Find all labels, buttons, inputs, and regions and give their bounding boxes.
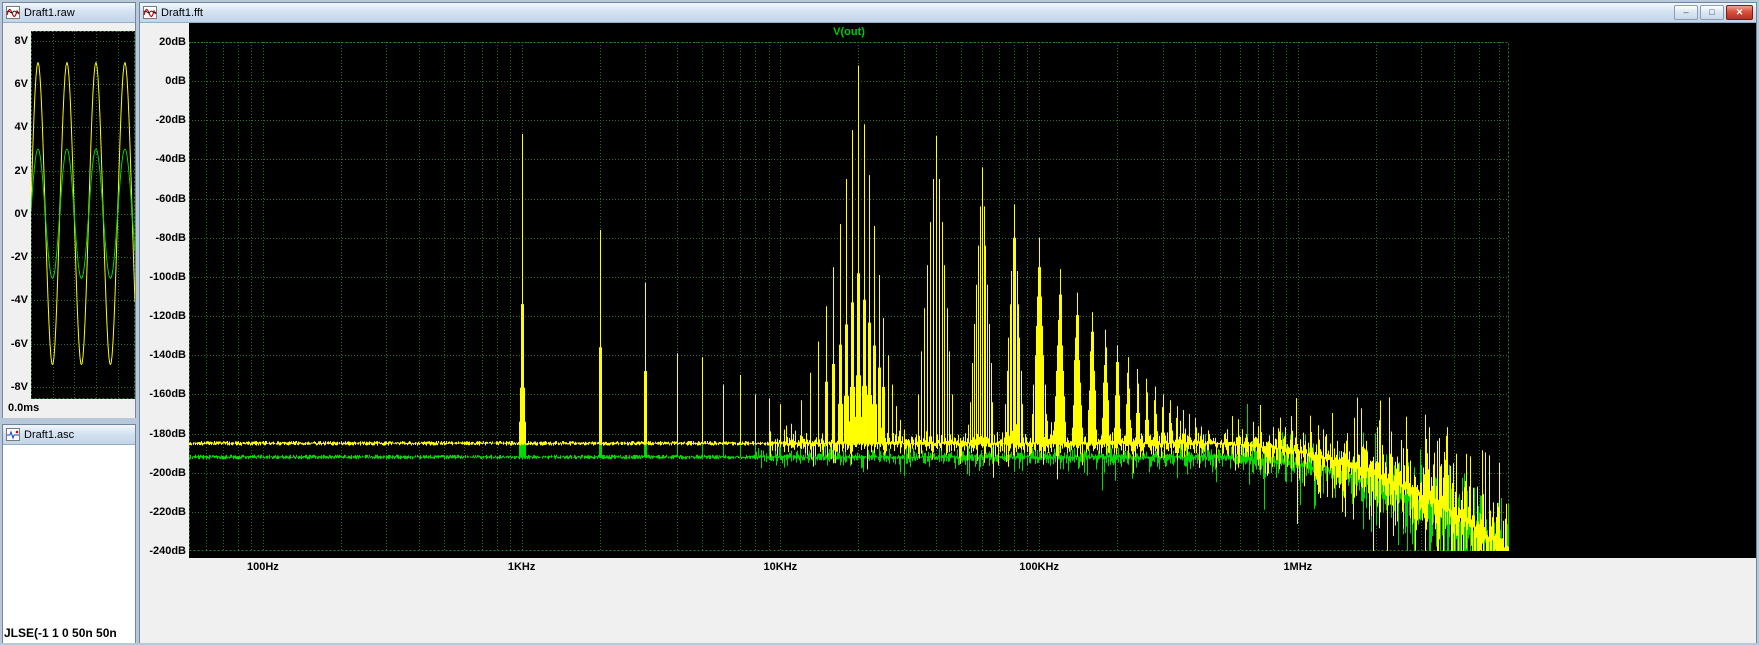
- schematic-window: Draft1.asc JLSE(-1 1 0 50n 50n: [2, 424, 136, 643]
- fft-y-axis-label: -60dB: [155, 192, 186, 205]
- raw-y-axis-label: -8V: [10, 380, 28, 393]
- fft-window-titlebar[interactable]: Draft1.fft – □ ✕: [140, 3, 1756, 23]
- fft-x-axis-label: 10KHz: [763, 561, 798, 573]
- fft-y-axis-gutter: 20dB 0dB -20dB -40dB -60dB -80dB -100dB -120dB -…: [140, 23, 189, 558]
- raw-y-axis-label: 8V: [14, 34, 28, 47]
- raw-window-body: 0.0ms 8V 6V 4V 2V 0V -2V -4V -6V -8V: [3, 23, 135, 418]
- fft-y-axis-label: -20dB: [155, 114, 186, 127]
- fft-x-axis-strip: 100Hz 1KHz 10KHz 100KHz 1MHz: [140, 558, 1756, 643]
- fft-plot-canvas[interactable]: [189, 42, 1509, 551]
- desktop: { "desktop": {"background": "#b9c8d8"}, …: [0, 0, 1759, 645]
- fft-plot-title[interactable]: V(out): [189, 26, 1509, 38]
- fft-y-axis-label: -220dB: [149, 505, 186, 518]
- fft-window-title: Draft1.fft: [161, 6, 203, 19]
- fft-y-axis-label: -160dB: [149, 388, 186, 401]
- fft-y-axis-label: -240dB: [149, 545, 186, 557]
- raw-y-axis-label: -4V: [10, 294, 28, 307]
- raw-y-axis-label: 6V: [14, 77, 28, 90]
- fft-y-axis-label: -140dB: [149, 349, 186, 362]
- fft-y-axis-label: -120dB: [149, 310, 186, 323]
- close-button[interactable]: ✕: [1726, 5, 1753, 20]
- asc-window-titlebar[interactable]: Draft1.asc: [3, 425, 135, 445]
- fft-y-axis-label: -200dB: [149, 466, 186, 479]
- schematic-document-icon: [6, 428, 20, 441]
- fft-y-axis-label: -100dB: [149, 270, 186, 283]
- fft-y-axis-label: -80dB: [155, 231, 186, 244]
- raw-y-axis-label: 0V: [14, 207, 28, 220]
- fft-y-axis-label: 20dB: [159, 36, 186, 48]
- raw-window-title: Draft1.raw: [24, 6, 75, 19]
- raw-waveform-window: Draft1.raw 0.0ms 8V 6V 4V 2V 0V -2V -4V -6V -8V: [2, 2, 136, 418]
- raw-y-axis-label: -2V: [10, 251, 28, 264]
- minimize-button[interactable]: –: [1674, 5, 1698, 20]
- fft-x-axis-label: 1KHz: [507, 561, 536, 573]
- asc-window-title: Draft1.asc: [24, 428, 75, 441]
- raw-x-axis-first-label: 0.0ms: [8, 402, 40, 414]
- fft-y-axis-label: -180dB: [149, 427, 186, 440]
- waveform-document-icon: [143, 6, 157, 19]
- fft-y-axis-label: -40dB: [155, 153, 186, 166]
- fft-x-axis-label: 1MHz: [1283, 561, 1313, 573]
- schematic-spice-directive[interactable]: JLSE(-1 1 0 50n 50n: [4, 626, 117, 640]
- fft-x-axis-label: 100Hz: [247, 561, 279, 573]
- fft-window-body: 20dB 0dB -20dB -40dB -60dB -80dB -100dB -120dB -…: [140, 23, 1756, 643]
- asc-window-body[interactable]: JLSE(-1 1 0 50n 50n: [3, 445, 135, 643]
- fft-x-axis-label: 100KHz: [1019, 561, 1059, 573]
- raw-y-axis-label: 2V: [14, 164, 28, 177]
- waveform-document-icon: [6, 6, 20, 19]
- maximize-button[interactable]: □: [1700, 5, 1724, 20]
- raw-window-titlebar[interactable]: Draft1.raw: [3, 3, 135, 23]
- raw-plot-canvas[interactable]: [31, 31, 135, 399]
- raw-y-axis-label: -6V: [10, 337, 28, 350]
- fft-plot-window: Draft1.fft – □ ✕ 20dB 0dB -20dB -40dB -60dB -…: [139, 2, 1757, 643]
- raw-y-axis-label: 4V: [14, 121, 28, 134]
- fft-y-axis-label: 0dB: [165, 75, 186, 88]
